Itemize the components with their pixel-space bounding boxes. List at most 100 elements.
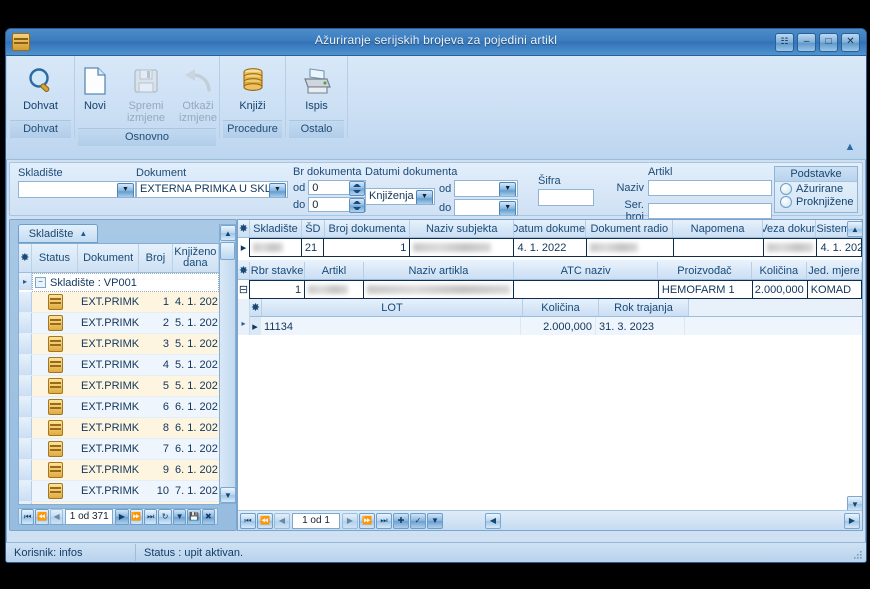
artikl-naziv-input[interactable] (648, 180, 772, 196)
novi-button[interactable]: Novi (70, 60, 120, 116)
spremi-izmjene-button[interactable]: Spremi izmjene (120, 60, 172, 128)
nav-next-icon[interactable]: ▶ (342, 512, 358, 529)
knjizi-button[interactable]: Knjiži (224, 60, 282, 116)
column-dokument-radio[interactable]: Dokument radio (586, 220, 674, 237)
table-row[interactable]: EXT.PRIMKA 6 6. 1. 2022 (19, 397, 219, 418)
column-datum-dokumenta[interactable]: Datum dokumer (514, 220, 587, 237)
nav-next-page-icon[interactable]: ⏩ (129, 508, 144, 525)
column-naziv-artikla[interactable]: Naziv artikla (364, 262, 515, 279)
otkazi-izmjene-button[interactable]: Otkaži izmjene (172, 60, 224, 128)
nav-filter-icon[interactable]: ▼ (427, 512, 443, 529)
collapse-toggle-icon[interactable]: − (35, 277, 46, 288)
chevron-down-icon[interactable]: ▼ (499, 182, 517, 196)
column-proizvodac[interactable]: Proizvođač (658, 262, 752, 279)
column-dokument[interactable]: Dokument (78, 244, 140, 272)
nav-prev-icon[interactable]: ◀ (49, 508, 64, 525)
skladiste-tab[interactable]: Skladište ▲ (18, 224, 98, 243)
nav-save-layout-icon[interactable]: 💾 (187, 508, 201, 525)
scroll-thumb[interactable] (220, 242, 235, 260)
table-row[interactable]: EXT.PRIMKA 10 7. 1. 2022 (19, 481, 219, 502)
column-veza-dokumenta[interactable]: Veza dokun (763, 220, 817, 237)
nav-prev-page-icon[interactable]: ⏪ (257, 512, 273, 529)
column-naziv-subjekta[interactable]: Naziv subjekta (410, 220, 515, 237)
detail-scroll-up[interactable]: ▲ (847, 221, 863, 237)
column-sd[interactable]: ŠD (302, 220, 325, 237)
column-atc-naziv[interactable]: ATC naziv (514, 262, 659, 279)
resize-grip-icon[interactable] (853, 550, 863, 560)
table-row[interactable]: EXT.PRIMKA 5 5. 1. 2022 (19, 376, 219, 397)
ispis-button[interactable]: Ispis (290, 60, 344, 116)
column-rok-trajanja[interactable]: Rok trajanja (599, 299, 689, 316)
nav-delete-layout-icon[interactable]: ✖ (201, 508, 216, 525)
nav-prev-icon[interactable]: ◀ (274, 512, 290, 529)
hscroll-right-icon[interactable]: ▶ (844, 512, 860, 529)
table-row[interactable]: EXT.PRIMKA 1 4. 1. 2022 (19, 292, 219, 313)
row-selector-icon[interactable]: ▸ (238, 238, 249, 257)
nav-post-icon[interactable]: ✓ (410, 512, 426, 529)
sifra-input[interactable] (538, 189, 594, 206)
radio-icon[interactable] (780, 183, 792, 195)
left-grid-scrollbar[interactable]: ▲ ▼ (219, 224, 236, 504)
podstavke-option-proknjizene[interactable]: Proknjižene (775, 195, 857, 208)
nav-prev-page-icon[interactable]: ⏪ (35, 508, 49, 525)
datumi-do-input[interactable]: ▼ (454, 199, 519, 216)
nav-last-icon[interactable]: ⏭ (376, 512, 392, 529)
table-row[interactable]: ▸ 21 1 4. 1. 2022 4. 1. 202 (238, 238, 863, 257)
table-row[interactable]: ▸ 11134 2.000,000 31. 3. 2023 (250, 317, 862, 337)
table-row[interactable]: EXT.PRIMKA 3 5. 1. 2022 (19, 334, 219, 355)
table-row[interactable]: EXT.PRIMKA 2 5. 1. 2022 (19, 313, 219, 334)
spinner-up-down-icon[interactable] (349, 181, 366, 196)
artikl-ser-broj-input[interactable] (648, 203, 772, 219)
restore-all-icon[interactable]: ☷ (775, 33, 794, 52)
column-lot[interactable]: LOT (262, 299, 523, 316)
chevron-up-icon[interactable]: ▲ (842, 141, 858, 155)
close-icon[interactable]: ✕ (841, 33, 860, 52)
scroll-up-icon[interactable]: ▲ (220, 225, 236, 241)
table-row[interactable]: EXT.PRIMKA 9 6. 1. 2022 (19, 460, 219, 481)
podstavke-option-azurirane[interactable]: Ažurirane (775, 182, 857, 195)
dohvat-button[interactable]: Dohvat (10, 60, 72, 116)
expand-toggle-icon[interactable]: ⊟ (238, 280, 249, 299)
radio-icon[interactable] (780, 196, 792, 208)
scroll-up-icon[interactable]: ▲ (847, 221, 863, 237)
nav-refresh-icon[interactable]: ↻ (158, 508, 172, 525)
chevron-down-icon[interactable]: ▼ (499, 201, 517, 215)
table-row[interactable]: EXT.PRIMKA 8 6. 1. 2022 (19, 418, 219, 439)
column-broj-dokumenta[interactable]: Broj dokumenta (325, 220, 411, 237)
hscroll-left-icon[interactable]: ◀ (485, 512, 501, 529)
nav-filter-icon[interactable]: ▼ (172, 508, 187, 525)
nav-first-icon[interactable]: ⏮ (240, 512, 256, 529)
table-row[interactable]: ⊟ 1 HEMOFARM 1 2.000,000 KOMAD (238, 280, 862, 299)
column-kolicina[interactable]: Količina (752, 262, 807, 279)
table-row[interactable]: EXT.PRIMKA117. 1. 2022 (19, 502, 219, 504)
dokument-select[interactable]: EXTERNA PRIMKA U SKL ▼ (136, 181, 288, 198)
row-selector-icon[interactable]: ▸ (250, 317, 261, 336)
skladiste-select[interactable]: ▼ (18, 181, 136, 198)
maximize-icon[interactable]: □ (819, 33, 838, 52)
column-jed-mjere[interactable]: Jed. mjere (807, 262, 862, 279)
minimize-icon[interactable]: – (797, 33, 816, 52)
chevron-down-icon[interactable]: ▼ (416, 190, 433, 204)
nav-next-icon[interactable]: ▶ (115, 508, 129, 525)
datumi-tip-select[interactable]: Knjiženja ▼ (365, 188, 435, 205)
group-row-skladiste[interactable]: − Skladište : VP001 (32, 273, 219, 292)
column-skladiste[interactable]: Skladište (250, 220, 302, 237)
datumi-od-input[interactable]: ▼ (454, 180, 519, 197)
chevron-down-icon[interactable]: ▼ (117, 183, 134, 197)
table-row[interactable]: EXT.PRIMKA 4 5. 1. 2022 (19, 355, 219, 376)
column-knjizeno-dana[interactable]: Knjiženo dana (173, 244, 219, 272)
column-napomena[interactable]: Napomena (673, 220, 763, 237)
column-status[interactable]: Status (32, 244, 79, 272)
scroll-down-icon[interactable]: ▼ (220, 487, 236, 503)
nav-add-icon[interactable]: ✚ (393, 512, 409, 529)
column-artikl[interactable]: Artikl (305, 262, 364, 279)
column-broj[interactable]: Broj (139, 244, 173, 272)
chevron-down-icon[interactable]: ▼ (269, 183, 286, 197)
table-row[interactable]: EXT.PRIMKA 7 6. 1. 2022 (19, 439, 219, 460)
column-lot-kolicina[interactable]: Količina (523, 299, 599, 316)
caret-up-icon[interactable]: ▲ (79, 229, 87, 238)
nav-next-page-icon[interactable]: ⏩ (359, 512, 375, 529)
column-rbr-stavke[interactable]: Rbr stavke (250, 262, 306, 279)
nav-first-icon[interactable]: ⏮ (21, 508, 35, 525)
nav-last-icon[interactable]: ⏭ (144, 508, 158, 525)
